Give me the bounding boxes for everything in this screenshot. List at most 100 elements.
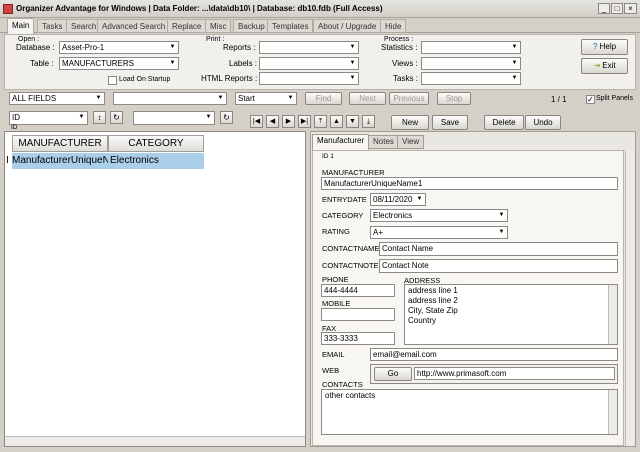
window-title: Organizer Advantage for Windows | Data F…: [16, 4, 383, 13]
search-field-value: ALL FIELDS: [12, 94, 57, 103]
move-down-button[interactable]: ▼: [346, 115, 359, 128]
web-go-button[interactable]: Go: [374, 367, 412, 381]
contacts-field[interactable]: other contacts: [321, 389, 618, 435]
column-header-manufacturer[interactable]: MANUFACTURER: [12, 135, 108, 152]
tab-main[interactable]: Main: [7, 18, 35, 34]
column-header-category[interactable]: CATEGORY: [108, 135, 204, 152]
manufacturer-label: MANUFACTURER: [322, 168, 385, 177]
web-field[interactable]: http://www.primasoft.com: [414, 367, 615, 380]
help-icon: ?: [592, 42, 598, 51]
tab-notes[interactable]: Notes: [368, 135, 399, 149]
tab-replace[interactable]: Replace: [167, 19, 207, 33]
sort-direction-icon[interactable]: ↕: [93, 111, 106, 124]
exit-icon: ⇥: [593, 61, 601, 70]
chevron-down-icon: ▼: [169, 60, 176, 66]
tab-view[interactable]: View: [397, 135, 425, 149]
maximize-button[interactable]: □: [611, 3, 623, 14]
form-vertical-scrollbar[interactable]: [625, 150, 634, 446]
table-cell-category[interactable]: Electronics: [108, 153, 204, 169]
app-icon: [3, 4, 13, 14]
fax-field[interactable]: 333-3333: [321, 332, 395, 345]
chevron-down-icon: ▼: [511, 75, 518, 81]
chevron-down-icon: ▼: [498, 229, 505, 235]
move-bottom-button[interactable]: ⤓: [362, 115, 375, 128]
tab-about-upgrade[interactable]: About / Upgrade: [313, 19, 382, 33]
chevron-down-icon: ▼: [416, 196, 423, 202]
manufacturer-field[interactable]: ManufacturerUniqueName1: [321, 177, 618, 190]
tab-tasks[interactable]: Tasks: [37, 19, 68, 33]
category-value: Electronics: [373, 211, 413, 220]
search-input[interactable]: ▼: [113, 92, 227, 105]
chevron-down-icon: ▼: [95, 95, 102, 101]
search-mode-select[interactable]: Start ▼: [235, 92, 297, 105]
split-panels-label: Split Panels: [596, 95, 633, 102]
first-record-button[interactable]: |◀: [250, 115, 263, 128]
labels-select[interactable]: ▼: [259, 57, 359, 70]
contactname-field[interactable]: Contact Name: [379, 242, 618, 256]
tab-misc[interactable]: Misc: [205, 19, 232, 33]
chevron-down-icon: ▼: [511, 44, 518, 50]
undo-button[interactable]: Undo: [525, 115, 561, 130]
delete-button[interactable]: Delete: [484, 115, 524, 130]
split-panels-checkbox[interactable]: ✓: [586, 95, 595, 104]
tab-hide[interactable]: Hide: [380, 19, 407, 33]
stop-button[interactable]: Stop: [437, 92, 471, 105]
grid-horizontal-scrollbar[interactable]: [5, 436, 305, 446]
chevron-down-icon: ▼: [349, 44, 356, 50]
reports-label: Reports :: [223, 43, 256, 52]
refresh-icon[interactable]: ↻: [110, 111, 123, 124]
tab-templates[interactable]: Templates: [267, 19, 314, 33]
category-field[interactable]: Electronics ▼: [370, 209, 508, 222]
entrydate-value: 08/11/2020: [373, 195, 413, 204]
table-select[interactable]: MANUFACTURERS ▼: [59, 57, 179, 70]
new-button[interactable]: New: [391, 115, 429, 130]
tab-advanced-search[interactable]: Advanced Search: [97, 19, 171, 33]
search-field-select[interactable]: ALL FIELDS ▼: [9, 92, 105, 105]
process-group-label: Process :: [384, 36, 414, 43]
filter-select[interactable]: ▼: [133, 111, 215, 125]
views-select[interactable]: ▼: [421, 57, 521, 70]
close-button[interactable]: ×: [624, 3, 637, 14]
tab-backup[interactable]: Backup: [233, 19, 270, 33]
views-label: Views :: [392, 59, 418, 68]
help-button[interactable]: ? Help: [581, 39, 628, 55]
last-record-button[interactable]: ▶|: [298, 115, 311, 128]
phone-field[interactable]: 444-4444: [321, 284, 395, 297]
rating-field[interactable]: A+ ▼: [370, 226, 508, 239]
contacts-label: CONTACTS: [322, 380, 363, 389]
exit-button[interactable]: ⇥ Exit: [581, 58, 628, 74]
mobile-field[interactable]: [321, 308, 395, 321]
save-button[interactable]: Save: [432, 115, 468, 130]
address-scrollbar[interactable]: [608, 285, 617, 344]
move-top-button[interactable]: ⤒: [314, 115, 327, 128]
contactnote-field[interactable]: Contact Note: [379, 259, 618, 273]
tasks-select[interactable]: ▼: [421, 72, 521, 85]
html-reports-select[interactable]: ▼: [259, 72, 359, 85]
records-grid: [4, 131, 306, 447]
next-button[interactable]: Next: [349, 92, 386, 105]
table-cell-manufacturer[interactable]: ManufacturerUniqueName1: [12, 153, 108, 169]
minimize-button[interactable]: _: [598, 3, 610, 14]
chevron-down-icon: ▼: [205, 114, 212, 120]
html-reports-label: HTML Reports :: [201, 74, 258, 83]
sort-field-select[interactable]: ID ▼: [9, 111, 88, 125]
previous-button[interactable]: Previous: [389, 92, 429, 105]
statistics-select[interactable]: ▼: [421, 41, 521, 54]
tab-manufacturer[interactable]: Manufacturer: [312, 134, 370, 150]
chevron-down-icon: ▼: [287, 95, 294, 101]
prev-record-button[interactable]: ◀: [266, 115, 279, 128]
email-field[interactable]: email@email.com: [370, 348, 618, 361]
load-on-startup-checkbox[interactable]: [108, 76, 117, 85]
find-button[interactable]: Find: [305, 92, 342, 105]
contacts-scrollbar[interactable]: [608, 390, 617, 434]
chevron-down-icon: ▼: [217, 95, 224, 101]
entrydate-field[interactable]: 08/11/2020 ▼: [370, 193, 426, 206]
exit-button-label: Exit: [602, 61, 616, 70]
filter-refresh-icon[interactable]: ↻: [220, 111, 233, 124]
address-field[interactable]: address line 1 address line 2 City, Stat…: [404, 284, 618, 345]
move-up-button[interactable]: ▲: [330, 115, 343, 128]
reports-select[interactable]: ▼: [259, 41, 359, 54]
next-record-button[interactable]: ▶: [282, 115, 295, 128]
database-select[interactable]: Asset-Pro-1 ▼: [59, 41, 179, 54]
open-group-label: Open :: [18, 36, 40, 43]
